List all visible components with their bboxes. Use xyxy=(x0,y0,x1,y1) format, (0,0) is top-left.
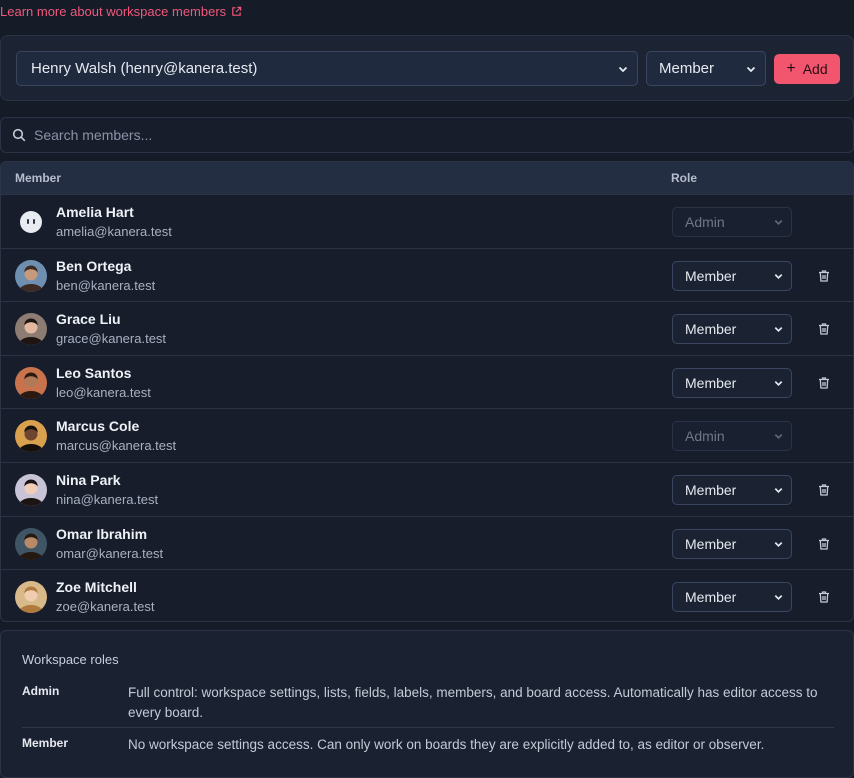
chevron-down-icon xyxy=(774,327,783,333)
member-role-value: Member xyxy=(685,535,737,552)
learn-more-label: Learn more about workspace members xyxy=(0,4,227,19)
table-body: Amelia Hart amelia@kanera.test Admin Ben Or… xyxy=(1,194,853,621)
trash-icon[interactable] xyxy=(817,269,831,283)
member-email: omar@kanera.test xyxy=(56,545,164,561)
new-member-role-select[interactable]: Member xyxy=(646,51,766,86)
learn-more-link[interactable]: Learn more about workspace members xyxy=(0,4,242,19)
avatar xyxy=(15,473,47,506)
member-name: Zoe Mitchell xyxy=(56,579,137,596)
role-description-row: Admin Full control: workspace settings, … xyxy=(22,684,834,728)
table-row: Zoe Mitchell zoe@kanera.test Member xyxy=(1,569,853,621)
avatar xyxy=(15,581,47,614)
chevron-down-icon xyxy=(774,541,783,547)
member-role-select[interactable]: Member xyxy=(672,582,792,613)
table-row: Ben Ortega ben@kanera.test Member xyxy=(1,247,853,302)
external-link-icon xyxy=(232,6,242,16)
member-role-select[interactable]: Member xyxy=(672,474,792,505)
member-role-select[interactable]: Member xyxy=(672,367,792,398)
user-select[interactable]: Henry Walsh (henry@kanera.test) xyxy=(16,51,638,86)
table-header: Member Role xyxy=(1,162,853,194)
chevron-down-icon xyxy=(774,380,783,386)
new-member-role-value: Member xyxy=(659,60,715,77)
chevron-down-icon xyxy=(774,488,783,493)
member-name: Ben Ortega xyxy=(56,257,132,274)
add-member-button[interactable]: + Add xyxy=(774,54,840,84)
add-member-panel: Henry Walsh (henry@kanera.test) Member +… xyxy=(0,35,854,101)
member-role-value: Admin xyxy=(685,214,725,230)
role-description: Full control: workspace settings, lists,… xyxy=(128,685,818,720)
member-name: Marcus Cole xyxy=(56,418,140,435)
column-header-member: Member xyxy=(15,171,62,185)
chevron-down-icon xyxy=(774,434,783,440)
table-row: Amelia Hart amelia@kanera.test Admin xyxy=(1,194,853,248)
members-table: Member Role Amelia Hart amelia@kanera.tes… xyxy=(0,161,854,622)
member-role-select[interactable]: Member xyxy=(672,528,792,559)
table-row: Leo Santos leo@kanera.test Member xyxy=(1,354,853,409)
avatar xyxy=(15,420,47,453)
member-email: leo@kanera.test xyxy=(56,384,151,400)
add-button-label: Add xyxy=(802,61,828,77)
workspace-roles-panel: Workspace roles Admin Full control: work… xyxy=(0,630,854,778)
member-role-value: Member xyxy=(685,321,737,338)
table-row: Omar Ibrahim omar@kanera.test Member xyxy=(1,515,853,570)
member-role-select[interactable]: Member xyxy=(672,314,792,345)
chevron-down-icon xyxy=(774,273,783,279)
member-role-value: Member xyxy=(685,481,737,498)
user-select-value: Henry Walsh (henry@kanera.test) xyxy=(31,60,258,77)
avatar xyxy=(15,313,47,346)
member-email: amelia@kanera.test xyxy=(56,224,172,239)
member-role-value: Admin xyxy=(685,428,725,445)
chevron-down-icon xyxy=(774,595,783,601)
member-email: grace@kanera.test xyxy=(56,331,167,347)
member-search xyxy=(0,117,854,153)
column-header-role: Role xyxy=(671,171,698,185)
search-icon xyxy=(12,128,26,142)
roles-title: Workspace roles xyxy=(22,652,119,667)
member-role-value: Member xyxy=(685,374,737,391)
member-email: marcus@kanera.test xyxy=(56,438,177,454)
plus-icon: + xyxy=(786,60,796,77)
chevron-down-icon xyxy=(746,66,756,72)
search-input[interactable] xyxy=(34,127,814,143)
table-row: Marcus Cole marcus@kanera.test Admin xyxy=(1,408,853,462)
role-name: Member xyxy=(22,736,69,750)
member-role-select: Admin xyxy=(672,421,792,452)
member-email: zoe@kanera.test xyxy=(56,599,155,615)
default-avatar-icon xyxy=(15,206,47,238)
table-row: Nina Park nina@kanera.test Member xyxy=(1,461,853,516)
trash-icon[interactable] xyxy=(817,322,831,336)
member-role-value: Member xyxy=(685,589,737,606)
member-name: Leo Santos xyxy=(56,364,132,381)
member-name: Grace Liu xyxy=(56,311,121,328)
trash-icon[interactable] xyxy=(817,537,831,551)
member-role-select: Admin xyxy=(672,207,792,237)
member-email: ben@kanera.test xyxy=(56,277,156,293)
table-row: Grace Liu grace@kanera.test Member xyxy=(1,301,853,355)
avatar xyxy=(15,527,47,560)
member-email: nina@kanera.test xyxy=(56,491,159,507)
member-role-value: Member xyxy=(685,267,737,284)
member-name: Nina Park xyxy=(56,471,121,488)
trash-icon[interactable] xyxy=(817,590,831,604)
chevron-down-icon xyxy=(774,220,783,226)
member-name: Omar Ibrahim xyxy=(56,525,148,542)
trash-icon[interactable] xyxy=(817,483,831,497)
avatar xyxy=(15,366,47,399)
chevron-down-icon xyxy=(618,66,628,72)
trash-icon[interactable] xyxy=(817,376,831,390)
role-description: No workspace settings access. Can only w… xyxy=(128,737,765,752)
role-name: Admin xyxy=(22,684,60,698)
member-role-select[interactable]: Member xyxy=(672,260,792,291)
avatar xyxy=(15,259,47,292)
member-name: Amelia Hart xyxy=(56,204,134,220)
